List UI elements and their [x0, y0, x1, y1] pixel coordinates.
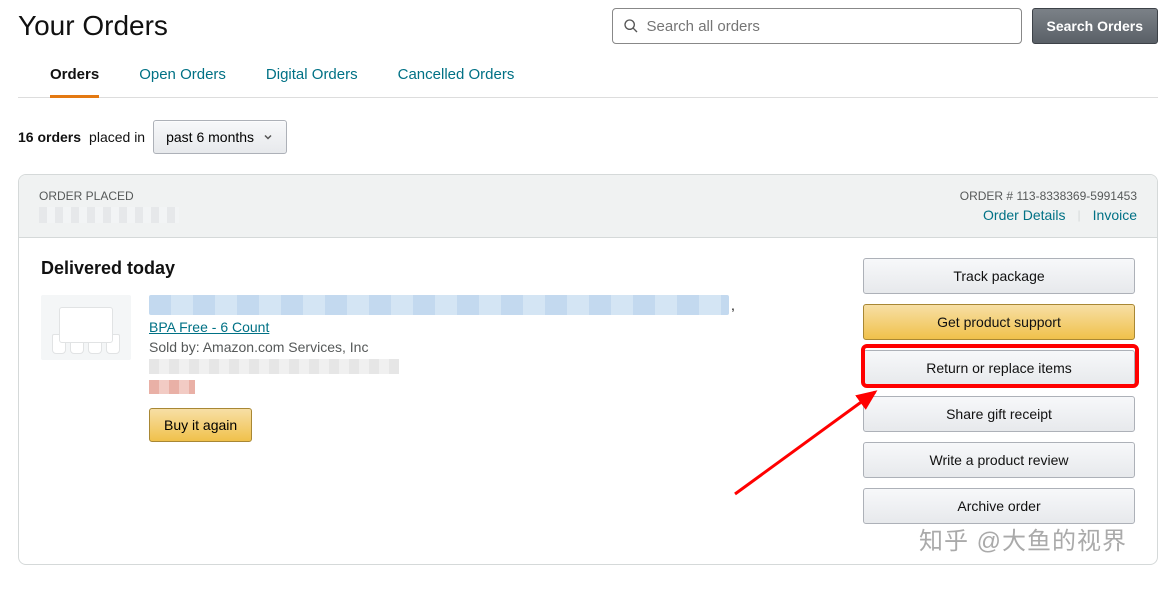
write-review-button[interactable]: Write a product review	[863, 442, 1135, 478]
watermark-text: 知乎 @大鱼的视界	[919, 521, 1127, 556]
product-title-masked	[149, 295, 729, 315]
get-product-support-button[interactable]: Get product support	[863, 304, 1135, 340]
order-details-link[interactable]: Order Details	[983, 207, 1065, 223]
link-separator: |	[1078, 208, 1081, 222]
track-package-button[interactable]: Track package	[863, 258, 1135, 294]
search-icon	[623, 18, 639, 34]
order-tabs: Orders Open Orders Digital Orders Cancel…	[18, 56, 1158, 98]
placed-in-text: placed in	[89, 129, 145, 145]
date-range-select[interactable]: past 6 months	[153, 120, 287, 154]
order-placed-label: ORDER PLACED	[39, 189, 179, 203]
detail-masked-line-1	[149, 359, 399, 374]
filter-row: 16 orders placed in past 6 months	[18, 98, 1158, 174]
sold-by-text: Sold by: Amazon.com Services, Inc	[149, 339, 735, 355]
buy-it-again-button[interactable]: Buy it again	[149, 408, 252, 442]
product-thumbnail[interactable]	[41, 295, 131, 360]
order-placed-date-masked	[39, 207, 179, 223]
order-item-row: , BPA Free - 6 Count Sold by: Amazon.com…	[41, 295, 843, 442]
invoice-link[interactable]: Invoice	[1093, 207, 1137, 223]
chevron-down-icon	[262, 131, 274, 143]
order-count: 16 orders	[18, 129, 81, 145]
search-orders-button[interactable]: Search Orders	[1032, 8, 1159, 44]
tab-digital-orders[interactable]: Digital Orders	[266, 56, 358, 97]
archive-order-button[interactable]: Archive order	[863, 488, 1135, 524]
order-number: ORDER # 113-8338369-5991453	[960, 189, 1137, 203]
delivery-status: Delivered today	[41, 258, 843, 279]
tab-open-orders[interactable]: Open Orders	[139, 56, 226, 97]
order-card: ORDER PLACED ORDER # 113-8338369-5991453…	[18, 174, 1158, 565]
product-title-link[interactable]: BPA Free - 6 Count	[149, 319, 735, 335]
return-or-replace-button[interactable]: Return or replace items	[863, 350, 1135, 386]
search-input[interactable]	[647, 18, 1011, 35]
tab-cancelled-orders[interactable]: Cancelled Orders	[398, 56, 515, 97]
page-title: Your Orders	[18, 10, 168, 42]
search-box[interactable]	[612, 8, 1022, 44]
share-gift-receipt-button[interactable]: Share gift receipt	[863, 396, 1135, 432]
tab-orders[interactable]: Orders	[50, 56, 99, 98]
order-header: ORDER PLACED ORDER # 113-8338369-5991453…	[19, 175, 1157, 238]
detail-masked-line-2	[149, 380, 195, 394]
date-range-value: past 6 months	[166, 129, 254, 145]
